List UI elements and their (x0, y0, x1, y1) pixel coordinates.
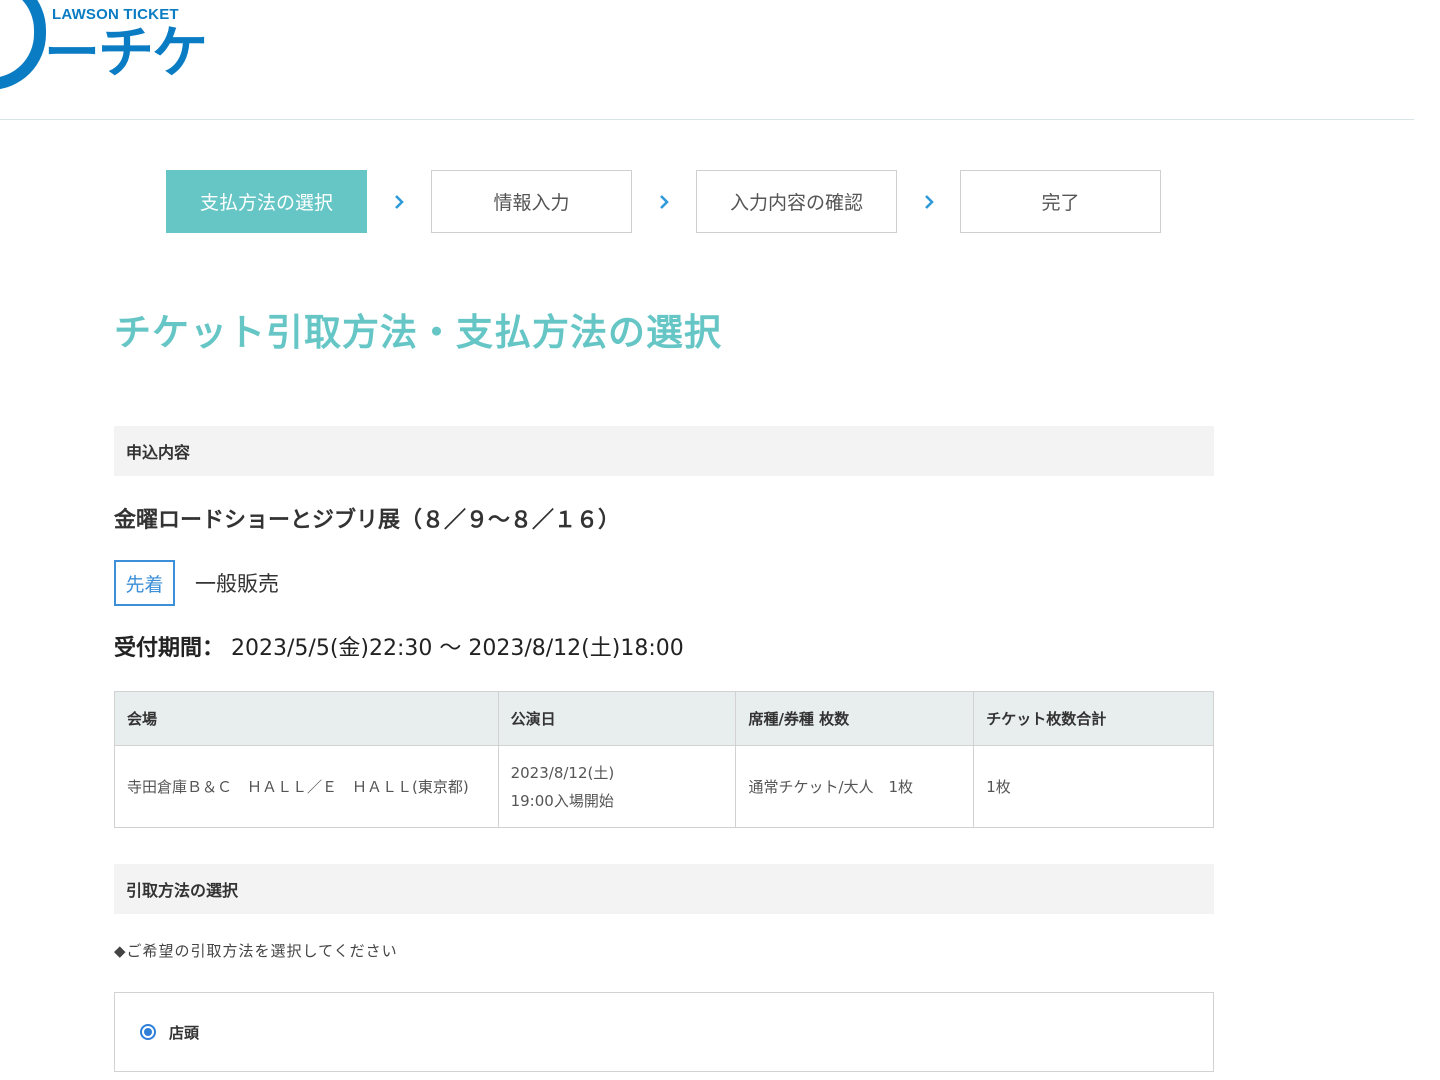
sale-type: 一般販売 (195, 572, 279, 596)
logo-mark-icon (0, 0, 46, 90)
table-header-row: 会場 公演日 席種/券種 枚数 チケット枚数合計 (114, 691, 1214, 746)
chevron-right-icon (367, 170, 431, 233)
chevron-right-icon (897, 170, 961, 233)
column-header-date: 公演日 (497, 691, 737, 746)
application-section-header: 申込内容 (114, 426, 1214, 476)
table-row: 寺田倉庫Ｂ＆Ｃ ＨＡＬＬ／Ｅ ＨＡＬＬ(東京都) 2023/8/12(土) 19… (114, 745, 1214, 828)
chevron-right-icon (632, 170, 696, 233)
event-title: 金曜ロードショーとジブリ展（８／９～８／１６） (114, 508, 621, 533)
step-information-input: 情報入力 (431, 170, 632, 233)
reception-period-label: 受付期間： (114, 636, 225, 661)
column-header-total: チケット枚数合計 (973, 691, 1214, 746)
site-header: LAWSON TICKET ーチケ (0, 0, 1414, 120)
cell-seat: 通常チケット/大人 1枚 (735, 745, 975, 828)
cell-date: 2023/8/12(土) 19:00入場開始 (497, 745, 737, 828)
column-header-venue: 会場 (114, 691, 499, 746)
lawson-ticket-logo[interactable]: LAWSON TICKET ーチケ (0, 0, 210, 100)
pickup-option-label: 店頭 (169, 1023, 200, 1042)
cell-venue: 寺田倉庫Ｂ＆Ｃ ＨＡＬＬ／Ｅ ＨＡＬＬ(東京都) (114, 745, 499, 828)
reception-period-value: 2023/5/5(金)22:30 ～ 2023/8/12(土)18:00 (231, 636, 684, 661)
cell-total: 1枚 (973, 745, 1214, 828)
pickup-option-store[interactable]: 店頭 (114, 992, 1214, 1072)
first-come-badge: 先着 (114, 560, 175, 606)
step-payment-method: 支払方法の選択 (166, 170, 367, 233)
column-header-seat: 席種/券種 枚数 (735, 691, 975, 746)
step-complete: 完了 (960, 170, 1161, 233)
pickup-section-header: 引取方法の選択 (114, 864, 1214, 914)
pickup-instruction: ◆ご希望の引取方法を選択してください (114, 942, 398, 960)
step-confirmation: 入力内容の確認 (696, 170, 897, 233)
store-radio-button[interactable] (140, 1024, 156, 1040)
reception-period: 受付期間： 2023/5/5(金)22:30 ～ 2023/8/12(土)18:… (114, 630, 684, 662)
application-details-table: 会場 公演日 席種/券種 枚数 チケット枚数合計 寺田倉庫Ｂ＆Ｃ ＨＡＬＬ／Ｅ … (114, 691, 1214, 828)
logo-title: ーチケ (44, 21, 208, 86)
radio-selected-dot (144, 1028, 152, 1036)
page-title: チケット引取方法・支払方法の選択 (114, 311, 722, 354)
